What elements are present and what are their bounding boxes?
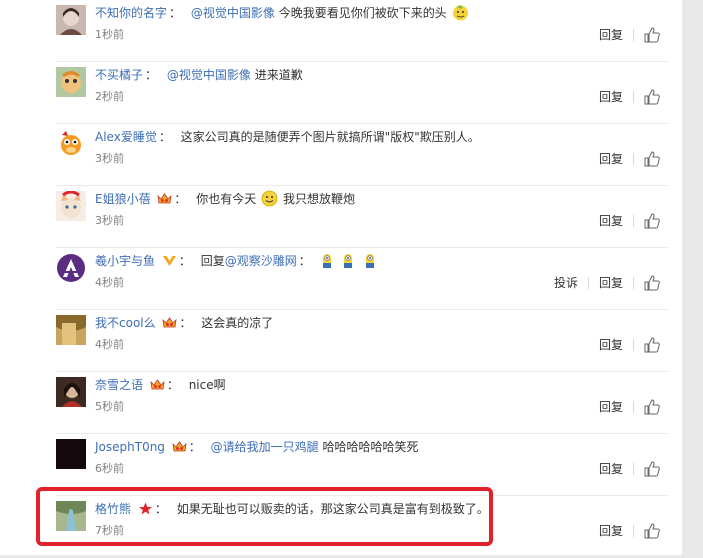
comment-item: E姐狼小蓓 ： 你也有今天 我只想放鞭炮 3秒前 回复 [0, 186, 682, 248]
report-button[interactable]: 投诉 [554, 273, 578, 293]
avatar[interactable] [56, 67, 86, 97]
like-icon[interactable] [644, 461, 660, 477]
comment-text: 回复 [200, 254, 225, 268]
username-link[interactable]: 羲小宇与鱼 [95, 254, 155, 268]
timestamp: 3秒前 [95, 214, 124, 227]
divider [587, 277, 589, 289]
smile-emoji-icon [261, 190, 278, 207]
divider [633, 215, 634, 227]
mention-link[interactable]: @观察沙雕网 [225, 254, 297, 268]
username-link[interactable]: 不买橘子 [95, 68, 143, 82]
comment-text: 哈哈哈哈哈哈笑死 [322, 440, 419, 454]
like-icon[interactable] [644, 337, 660, 353]
member-crown-icon[interactable] [157, 191, 172, 204]
member-crown-icon[interactable] [172, 439, 187, 452]
timestamp: 3秒前 [95, 152, 124, 165]
comment-text: nice啊 [188, 378, 226, 392]
divider [633, 29, 634, 41]
like-icon[interactable] [644, 399, 660, 415]
avatar[interactable] [56, 501, 86, 531]
username-link[interactable]: 格竹熊 [95, 502, 131, 516]
mention-link[interactable]: @请给我加一只鸡腿 [211, 440, 319, 454]
divider [633, 339, 634, 351]
comment-item: 不买橘子： @视觉中国影像 进来道歉 2秒前 回复 [0, 62, 682, 124]
timestamp: 1秒前 [95, 28, 124, 41]
divider [633, 277, 634, 289]
comment-text-continued: 我只想放鞭炮 [282, 192, 355, 206]
username-link[interactable]: 我不cool么 [95, 316, 156, 330]
username-link[interactable]: 不知你的名字 [95, 6, 167, 20]
minion-emoji-icon [342, 252, 354, 269]
timestamp: 4秒前 [95, 338, 124, 351]
divider [633, 525, 634, 537]
minion-emoji-icon [364, 252, 376, 269]
emoji-icon [452, 4, 469, 21]
avatar[interactable] [56, 377, 86, 407]
timestamp: 7秒前 [95, 524, 124, 537]
minion-emoji-icon [321, 252, 333, 269]
comment-text: 如果无耻也可以贩卖的话，那这家公司真是富有到极致了。 [176, 502, 489, 516]
verified-v-icon[interactable] [162, 253, 177, 266]
username-link[interactable]: JosephT0ng [95, 440, 165, 454]
scrollbar[interactable] [682, 0, 703, 555]
comment-item: 羲小宇与鱼 ： 回复@观察沙雕网： 4秒前 投诉 回复 [0, 248, 682, 310]
like-icon[interactable] [644, 151, 660, 167]
star-icon[interactable] [138, 501, 153, 515]
divider [633, 401, 634, 413]
divider [633, 91, 634, 103]
comment-item: JosephT0ng ： @请给我加一只鸡腿 哈哈哈哈哈哈笑死 6秒前 回复 [0, 434, 682, 496]
comment-item: 格竹熊 ： 如果无耻也可以贩卖的话，那这家公司真是富有到极致了。 7秒前 回复 [0, 496, 682, 558]
like-icon[interactable] [644, 523, 660, 539]
timestamp: 6秒前 [95, 462, 124, 475]
mention-link[interactable]: @视觉中国影像 [167, 68, 251, 82]
avatar[interactable] [56, 191, 86, 221]
reply-button[interactable]: 回复 [599, 211, 623, 231]
avatar[interactable] [56, 253, 86, 283]
comment-item: 我不cool么 ： 这会真的凉了 4秒前 回复 [0, 310, 682, 372]
reply-button[interactable]: 回复 [599, 149, 623, 169]
avatar[interactable] [56, 315, 86, 345]
like-icon[interactable] [644, 275, 660, 291]
comment-panel: 不知你的名字： @视觉中国影像 今晚我要看见你们被砍下来的头 1秒前 回复 不买… [0, 0, 682, 555]
comment-item: Alex爱睡觉： 这家公司真的是随便弄个图片就搞所谓"版权"欺压别人。 3秒前 … [0, 124, 682, 186]
mention-link[interactable]: @视觉中国影像 [191, 6, 275, 20]
comment-item: 不知你的名字： @视觉中国影像 今晚我要看见你们被砍下来的头 1秒前 回复 [0, 0, 682, 62]
comment-item: 奈雪之语 ： nice啊 5秒前 回复 [0, 372, 682, 434]
reply-button[interactable]: 回复 [599, 25, 623, 45]
username-link[interactable]: 奈雪之语 [95, 378, 143, 392]
comment-text: 今晚我要看见你们被砍下来的头 [278, 6, 447, 20]
avatar[interactable] [56, 129, 86, 159]
reply-button[interactable]: 回复 [599, 335, 623, 355]
comment-text: 这家公司真的是随便弄个图片就搞所谓"版权"欺压别人。 [180, 130, 480, 144]
like-icon[interactable] [644, 27, 660, 43]
divider [633, 153, 634, 165]
reply-button[interactable]: 回复 [599, 397, 623, 417]
avatar[interactable] [56, 5, 86, 35]
username-link[interactable]: Alex爱睡觉 [95, 130, 157, 144]
comment-text: 进来道歉 [254, 68, 303, 82]
reply-button[interactable]: 回复 [599, 273, 623, 293]
reply-button[interactable]: 回复 [599, 521, 623, 541]
timestamp: 2秒前 [95, 90, 124, 103]
comment-text: 你也有今天 [196, 192, 257, 206]
username-link[interactable]: E姐狼小蓓 [95, 192, 151, 206]
like-icon[interactable] [644, 213, 660, 229]
like-icon[interactable] [644, 89, 660, 105]
member-crown-icon[interactable] [162, 315, 178, 328]
divider [633, 463, 634, 475]
timestamp: 4秒前 [95, 276, 124, 289]
timestamp: 5秒前 [95, 400, 124, 413]
reply-button[interactable]: 回复 [599, 459, 623, 479]
member-crown-icon[interactable] [150, 377, 165, 390]
reply-button[interactable]: 回复 [599, 87, 623, 107]
comment-text: 这会真的凉了 [201, 316, 274, 330]
avatar[interactable] [56, 439, 86, 469]
